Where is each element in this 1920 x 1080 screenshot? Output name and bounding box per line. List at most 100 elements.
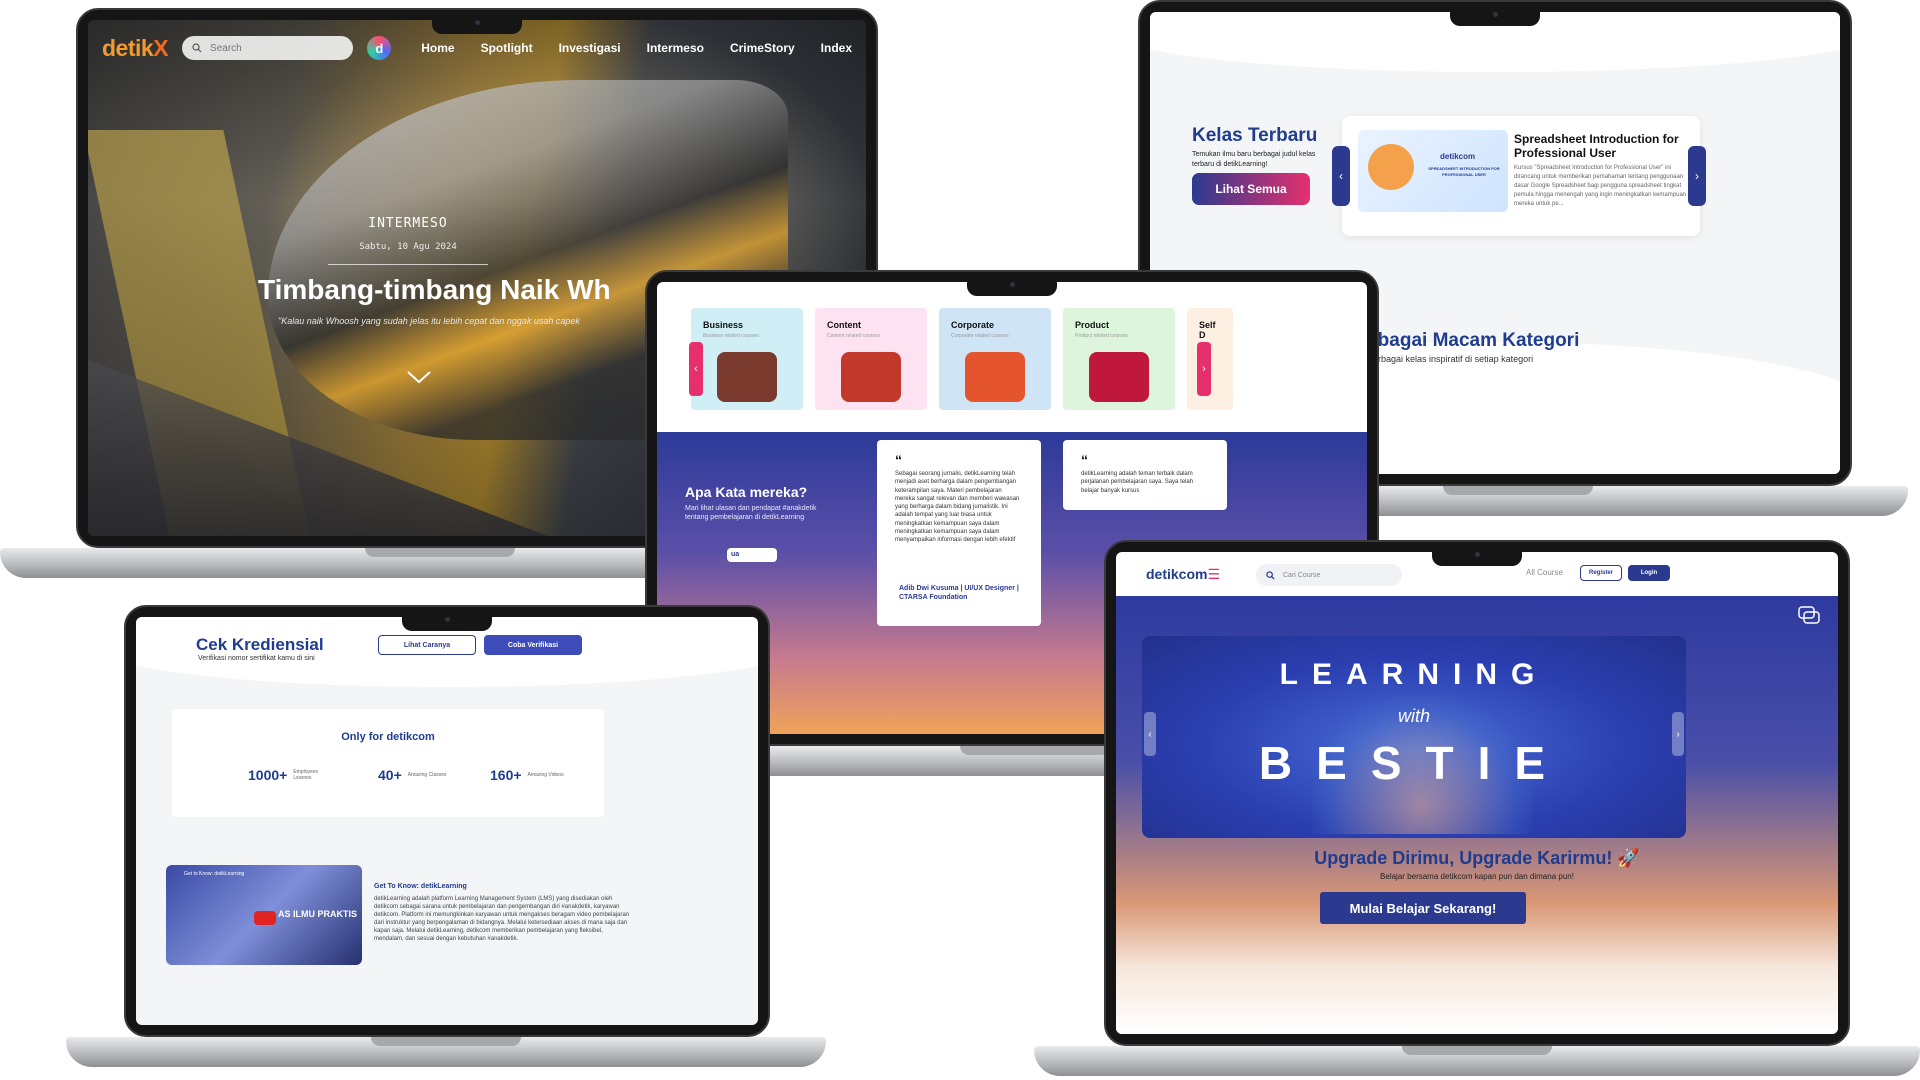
quote-mark-icon: “ (1081, 452, 1088, 468)
chat-icon[interactable] (1798, 606, 1820, 631)
search-placeholder: Cari Course (1283, 571, 1321, 579)
thumb-course-name: SPREADSHEET INTRODUCTION FOR PROFESSIONA… (1428, 166, 1500, 177)
category-next-icon[interactable]: › (1197, 342, 1211, 396)
stat-label: Employees Learnes (293, 769, 319, 781)
carousel-prev-icon[interactable]: ‹ (1332, 146, 1350, 206)
category-business[interactable]: Business Business related courses (691, 308, 803, 410)
logo-word: detik (102, 34, 154, 61)
stats-card: Only for detikcom 1000+ Employees Learne… (172, 709, 604, 817)
detikcom-logo[interactable]: detikcom☰ (1146, 566, 1220, 583)
hero-kicker: INTERMESO (368, 216, 448, 231)
instructor-avatar (1368, 144, 1414, 190)
category-name: Self D (1199, 320, 1216, 340)
hero-title[interactable]: Timbang-timbang Naik Wh (258, 274, 611, 306)
testimonial-card: “ detikLearning adalah teman terbaik dal… (1063, 440, 1227, 510)
category-prev-icon[interactable]: ‹ (689, 342, 703, 396)
nav-spotlight[interactable]: Spotlight (481, 41, 533, 55)
nav-crimestory[interactable]: CrimeStory (730, 41, 795, 55)
learning-screen: detikcom☰ Cari Course All Course Registe… (1116, 552, 1838, 1034)
testimonial-text: Sebagai seorang jurnalis, detikLearning … (895, 471, 1020, 544)
upgrade-title: Upgrade Dirimu, Upgrade Karirmu! 🚀 (1314, 848, 1640, 868)
category-product[interactable]: Product Product related courses (1063, 308, 1175, 410)
all-course-link[interactable]: All Course (1526, 568, 1563, 577)
category-sub: Content related courses (827, 333, 881, 339)
search-icon (1266, 570, 1275, 580)
envelope-icon (965, 352, 1025, 402)
register-button[interactable]: Register (1580, 565, 1622, 581)
stat-videos: 160+ Amazing Videos (490, 767, 568, 783)
coba-verifikasi-button[interactable]: Coba Verifikasi (484, 635, 582, 655)
hero-quote: "Kalau naik Whoosh yang sudah jelas itu … (278, 316, 580, 326)
laptop-base (66, 1037, 826, 1067)
laptop-base (1034, 1046, 1920, 1076)
laptop-lid: Cek Krediensial Verifikasi nomor sertifi… (124, 605, 770, 1037)
search-icon (192, 43, 202, 53)
nav-home[interactable]: Home (421, 41, 454, 55)
nav-index[interactable]: Index (821, 41, 852, 55)
camera-notch (1432, 548, 1522, 566)
course-desc: Kursus "Spreadsheet Introduction for Pro… (1514, 165, 1687, 207)
gift-box-icon (1089, 352, 1149, 402)
lihat-semua-button[interactable]: Lihat Semua (1192, 173, 1310, 205)
category-name: Corporate (951, 320, 995, 330)
scroll-down-chevron-icon[interactable] (406, 364, 432, 390)
testimonial-desc: Mari lihat ulasan dan pendapat #anakdeti… (685, 505, 817, 521)
category-content[interactable]: Content Content related courses (815, 308, 927, 410)
search-placeholder: Search (210, 42, 242, 54)
detik-app-icon[interactable]: d (367, 36, 392, 60)
learning-with-bestie-banner[interactable]: LEARNING with BESTIE ‹ › (1142, 636, 1686, 838)
detikx-nav-links: Home Spotlight Investigasi Intermeso Cri… (421, 41, 852, 55)
category-name: Business (703, 320, 744, 330)
youtube-play-icon[interactable] (254, 911, 276, 925)
video-label: Get to Know: detikLearning (184, 871, 245, 877)
category-name: Product (1075, 320, 1110, 330)
login-button[interactable]: Login (1628, 565, 1670, 581)
mulai-belajar-button[interactable]: Mulai Belajar Sekarang! (1320, 892, 1526, 924)
stat-number: 40+ (378, 767, 402, 783)
testimonial-author: Adib Dwi Kusuma | UI/UX Designer | CTARS… (899, 585, 1019, 601)
carousel-next-icon[interactable]: › (1688, 146, 1706, 206)
category-name: Content (827, 320, 861, 330)
banner-line-bestie: BESTIE (1258, 737, 1570, 789)
stat-label: Amazing Classes (407, 772, 447, 778)
detikx-logo[interactable]: detikX (102, 34, 169, 62)
stat-number: 160+ (490, 767, 522, 783)
laptop-lid: detikcom☰ Cari Course All Course Registe… (1104, 540, 1850, 1046)
course-card[interactable]: detikcom SPREADSHEET INTRODUCTION FOR PR… (1342, 116, 1700, 236)
banner-line-learning: LEARNING (1279, 658, 1549, 691)
testimonial-button[interactable]: ua (727, 548, 777, 562)
thumb-brand: detikcom (1440, 152, 1476, 161)
stats-heading: Only for detikcom (341, 731, 435, 743)
video-caption: AS ILMU PRAKTIS (278, 909, 358, 919)
camera-notch (967, 278, 1057, 296)
logo-word: detikcom (1146, 565, 1208, 582)
logo-stripes: ☰ (1207, 565, 1221, 582)
kredensial-screen: Cek Krediensial Verifikasi nomor sertifi… (136, 617, 758, 1025)
banner-prev-icon[interactable]: ‹ (1144, 712, 1156, 756)
category-sub: Business related courses (703, 333, 759, 339)
cek-krediensial-desc: Verifikasi nomor sertifikat kamu di sini (198, 655, 315, 662)
course-search-input[interactable]: Cari Course (1256, 564, 1402, 586)
folder-icon (841, 352, 901, 402)
banner-next-icon[interactable]: › (1672, 712, 1684, 756)
category-sub: Corporate related courses (951, 333, 1009, 339)
stat-label: Amazing Videos (527, 772, 564, 778)
app-badge-letter: d (375, 40, 384, 56)
nav-investigasi[interactable]: Investigasi (559, 41, 621, 55)
search-input[interactable]: Search (182, 36, 354, 60)
testimonial-card: “ Sebagai seorang jurnalis, detikLearnin… (877, 440, 1041, 626)
mockup-stage: detikX Search d Home Spotlight Investiga… (0, 0, 1920, 1080)
get-to-know-title: Get To Know: detikLearning (374, 883, 467, 890)
stat-employees: 1000+ Employees Learnes (248, 767, 333, 783)
banner-line-with: with (1397, 706, 1430, 726)
hero-divider (328, 264, 488, 265)
testimonial-title: Apa Kata mereka? (685, 484, 808, 500)
hero-date: Sabtu, 10 Agu 2024 (359, 242, 457, 252)
get-to-know-desc: detikLearning adalah platform Learning M… (374, 896, 630, 942)
nav-intermeso[interactable]: Intermeso (647, 41, 704, 55)
laptop-detikcom-learning: detikcom☰ Cari Course All Course Registe… (1034, 540, 1920, 1080)
category-corporate[interactable]: Corporate Corporate related courses (939, 308, 1051, 410)
lihat-caranya-button[interactable]: Lihat Caranya (378, 635, 476, 655)
upgrade-desc: Belajar bersama detikcom kapan pun dan d… (1380, 872, 1574, 881)
intro-video-player[interactable]: Get to Know: detikLearning AS ILMU PRAKT… (166, 865, 362, 965)
